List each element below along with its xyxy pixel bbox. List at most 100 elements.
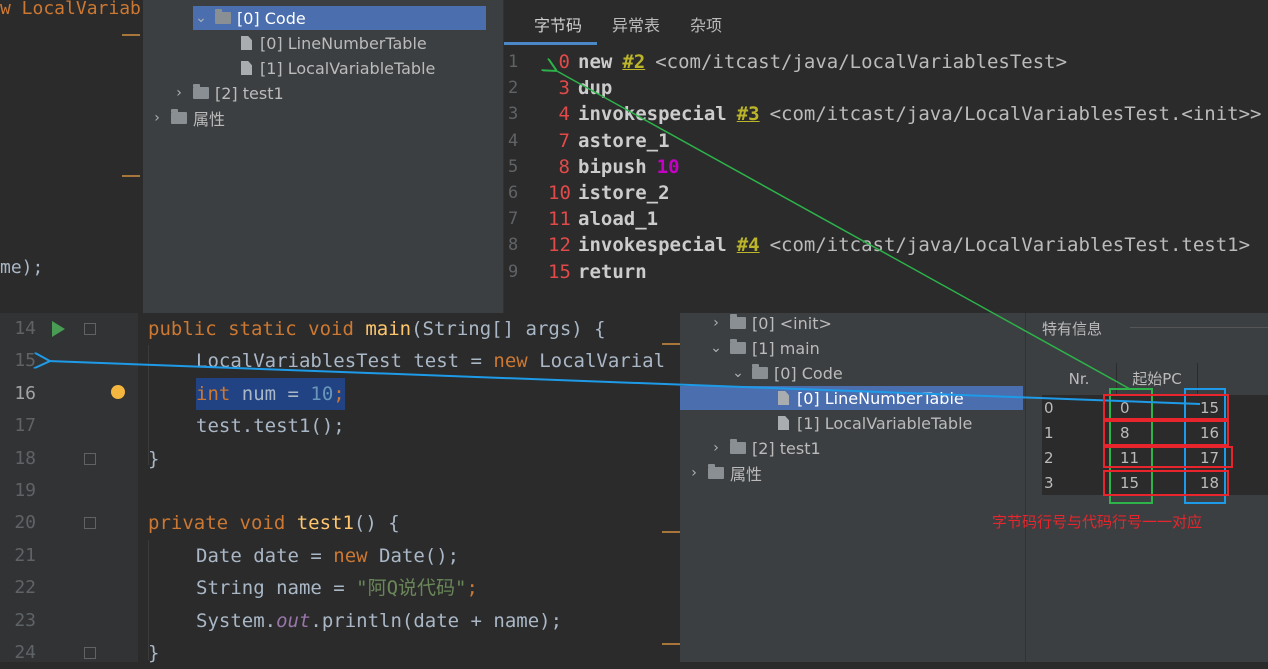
table-cell[interactable]: 8 (1120, 421, 1130, 446)
line-number: 7 (508, 209, 519, 230)
code-line[interactable]: 14 public static void main(String[] args)… (0, 313, 680, 345)
tab-exception-table[interactable]: 异常表 (597, 12, 675, 42)
column-header-nr[interactable]: Nr. (1042, 363, 1117, 395)
table-cell[interactable]: 0 (1120, 396, 1130, 421)
column-header-start-pc[interactable]: 起始PC (1117, 363, 1198, 395)
table-cell[interactable]: 15 (1200, 396, 1219, 421)
table-cell[interactable]: 0 (1044, 396, 1054, 421)
bytecode-line[interactable]: 2 3 dup (504, 75, 612, 101)
line-number: 18 (14, 447, 36, 469)
code-token: Date date = (196, 544, 334, 567)
tree-item-code[interactable]: ⌄ [0] Code (193, 6, 486, 30)
table-cell[interactable]: 16 (1200, 421, 1219, 446)
chevron-right-icon[interactable]: › (708, 440, 724, 456)
bytecode-ref[interactable]: #2 (622, 51, 645, 73)
chevron-right-icon[interactable]: › (171, 85, 187, 101)
code-fragment-top: w LocalVariab (0, 0, 141, 19)
line-number: 8 (508, 235, 519, 256)
code-text: } (148, 637, 159, 669)
fold-icon[interactable] (84, 452, 96, 465)
tree-item-label: 属性 (730, 465, 763, 484)
file-icon (778, 416, 789, 430)
line-number: 17 (14, 415, 36, 437)
code-line[interactable]: 16 int num = 10; (0, 377, 680, 410)
annotation-text: 字节码行号与代码行号一一对应 (992, 513, 1203, 531)
code-token: Date(); (379, 544, 460, 567)
code-line[interactable]: 23 System.out.println(date + name); (0, 605, 680, 637)
bytecode-line[interactable]: 7 11 aload_1 (504, 206, 658, 232)
bytecode-line[interactable]: 8 12 invokespecial #4 <com/itcast/java/Local… (504, 232, 1250, 258)
tree-item-label: [0] LineNumberTable (797, 388, 964, 408)
tree-item-local-variable-table[interactable]: [1] LocalVariableTable (241, 56, 435, 80)
table-cell[interactable]: 2 (1044, 446, 1054, 471)
bytecode-line[interactable]: 5 8 bipush 10 (504, 154, 680, 180)
code-editor-background[interactable]: w LocalVariab me); (0, 0, 144, 313)
code-line[interactable]: 18} (0, 443, 680, 475)
bytecode-line[interactable]: 6 10 istore_2 (504, 180, 670, 206)
tab-bytecode[interactable]: 字节码 (504, 12, 598, 45)
table-cell[interactable]: 17 (1200, 446, 1219, 471)
tree-item-test1[interactable]: › [2] test1 (171, 81, 283, 105)
tree-item-main[interactable]: ⌄ [1] main (708, 336, 820, 360)
bytecode-line[interactable]: 3 4 invokespecial #3 <com/itcast/java/LocalV… (504, 101, 1262, 127)
bytecode-ref[interactable]: #3 (737, 103, 760, 125)
code-text: w LocalVariab (0, 0, 141, 19)
chevron-down-icon[interactable]: ⌄ (730, 365, 746, 381)
tree-item-local-variable-table[interactable]: [1] LocalVariableTable (778, 411, 972, 435)
code-line[interactable]: 17 test.test1(); (0, 410, 680, 442)
chevron-down-icon[interactable]: ⌄ (193, 10, 209, 26)
tree-item-attributes[interactable]: › 属性 (686, 461, 762, 485)
tree-item-attributes[interactable]: › 属性 (149, 106, 225, 130)
tree-item-line-number-table[interactable]: [0] LineNumberTable (241, 31, 427, 55)
divider (1130, 327, 1268, 328)
chevron-down-icon[interactable]: ⌄ (708, 340, 724, 356)
bytecode-line[interactable]: 9 15 return (504, 259, 647, 285)
code-line[interactable]: 24} (0, 637, 680, 669)
table-cell[interactable]: 11 (1120, 446, 1139, 471)
code-token: main (365, 318, 412, 340)
fold-icon[interactable] (84, 323, 96, 335)
code-text: } (148, 443, 159, 475)
gutter-marker (662, 643, 680, 645)
bytecode-offset: 11 (548, 208, 571, 231)
bytecode-line[interactable]: 4 7 astore_1 (504, 128, 670, 154)
fold-icon[interactable] (84, 647, 96, 659)
class-structure-tree[interactable]: ⌄ [0] Code [0] LineNumberTable [1] Local… (143, 0, 503, 313)
tab-misc[interactable]: 杂项 (675, 12, 737, 42)
bytecode-line[interactable]: 1 0 new #2 <com/itcast/java/LocalVariablesTe… (504, 49, 1067, 75)
lightbulb-icon[interactable] (111, 384, 125, 399)
code-token: new (333, 544, 380, 567)
fold-icon[interactable] (84, 517, 96, 530)
code-line[interactable]: 20 private void test1() { (0, 507, 680, 539)
tree-item-line-number-table[interactable]: [0] LineNumberTable (680, 386, 1023, 410)
code-line[interactable]: 22 String name = "阿Q说代码"; (0, 572, 680, 604)
table-cell[interactable]: 15 (1120, 471, 1139, 496)
bytecode-opcode: istore_2 (578, 182, 670, 204)
bytecode-ref[interactable]: #4 (737, 234, 760, 256)
tree-item-test1[interactable]: › [2] test1 (708, 436, 820, 460)
table-cell[interactable]: 3 (1044, 471, 1054, 496)
run-icon[interactable] (52, 321, 65, 337)
chevron-right-icon[interactable]: › (149, 110, 165, 126)
bytecode-tabs: 字节码 异常表 杂项 (504, 12, 737, 45)
column-header-line-number[interactable]: 行号 (1198, 363, 1268, 395)
code-token: LocalVariablesTest test = (196, 350, 494, 373)
code-token: int (196, 382, 242, 405)
code-line[interactable]: 19 (0, 475, 680, 507)
chevron-right-icon[interactable]: › (708, 315, 724, 331)
code-text: int num = 10; (196, 377, 345, 410)
java-code-editor[interactable]: 14 public static void main(String[] args)… (0, 313, 680, 664)
chevron-right-icon[interactable]: › (686, 465, 702, 481)
bytecode-viewer[interactable]: 字节码 异常表 杂项 1 0 new #2 <com/itcast/java/Local… (503, 0, 1268, 313)
bytecode-opcode: bipush (578, 155, 647, 178)
code-line[interactable]: 15 LocalVariablesTest test = new LocalVar… (0, 345, 680, 377)
table-cell[interactable]: 18 (1200, 471, 1219, 496)
tree-item-init[interactable]: › [0] <init> (708, 311, 832, 335)
table-cell[interactable]: 1 (1044, 421, 1054, 446)
line-number-table[interactable]: Nr. 起始PC 行号 001518162111731518 (1042, 363, 1268, 495)
code-line[interactable]: 21 Date date = new Date(); (0, 540, 680, 572)
bytecode-comment: <com/itcast/java/LocalVariablesTest.<ini… (769, 103, 1262, 126)
bytecode-offset: 8 (558, 155, 570, 178)
method-structure-tree[interactable]: › [0] <init> ⌄ [1] main ⌄ [0] Code [0] L… (680, 313, 1025, 662)
tree-item-code[interactable]: ⌄ [0] Code (730, 361, 843, 385)
